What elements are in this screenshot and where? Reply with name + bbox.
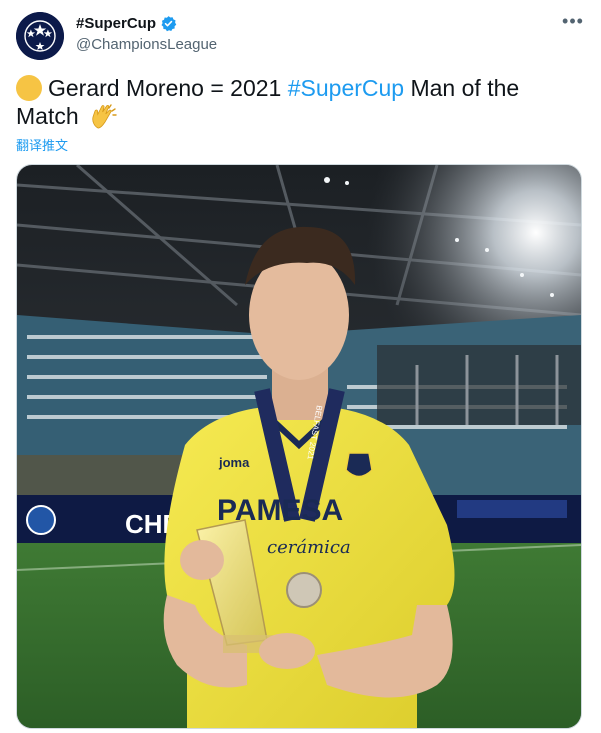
shirt-brand-text: joma: [218, 455, 250, 470]
yellow-circle-emoji-icon: [16, 75, 42, 101]
display-name[interactable]: #SuperCup: [76, 15, 156, 32]
name-row: #SuperCup: [76, 15, 177, 32]
hashtag-link[interactable]: #SuperCup: [288, 75, 404, 101]
avatar[interactable]: [16, 12, 64, 60]
starball-icon: [16, 12, 64, 60]
translate-tweet-link[interactable]: 翻译推文: [16, 135, 68, 154]
photo-image: CHE BELFAST 2021 joma PAMESA cerámica: [17, 165, 581, 728]
tweet-card: #SuperCup @ChampionsLeague ••• Gerard Mo…: [0, 0, 601, 733]
tweet-media-photo[interactable]: CHE BELFAST 2021 joma PAMESA cerámica: [16, 164, 582, 729]
tweet-text-part-1: Gerard Moreno = 2021: [48, 75, 288, 101]
user-handle[interactable]: @ChampionsLeague: [76, 36, 217, 53]
shirt-sponsor-sub-text: cerámica: [267, 537, 351, 558]
more-options-icon[interactable]: •••: [561, 12, 585, 34]
tweet-text: Gerard Moreno = 2021 #SuperCup Man of th…: [16, 74, 576, 130]
verified-badge-icon: [160, 15, 177, 32]
clapping-hands-emoji-icon: [89, 102, 119, 130]
